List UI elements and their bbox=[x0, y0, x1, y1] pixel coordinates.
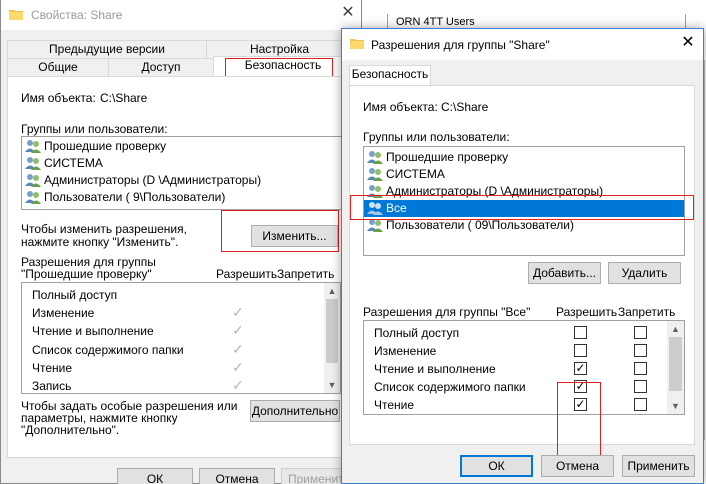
permission-row: Список содержимого папки bbox=[32, 343, 184, 357]
tab-general[interactable]: Общие bbox=[7, 58, 109, 77]
deny-checkbox[interactable] bbox=[634, 380, 647, 393]
permission-row: Чтение и выполнение bbox=[32, 324, 154, 338]
remove-button[interactable]: Удалить bbox=[608, 262, 681, 284]
allow-check: ✓ bbox=[232, 377, 244, 393]
permission-row: Изменение bbox=[32, 306, 95, 320]
properties-titlebar: Свойства: Share ✕ bbox=[1, 0, 361, 30]
tab-sharing[interactable]: Доступ bbox=[108, 58, 214, 77]
folder-icon bbox=[9, 8, 23, 23]
permission-row: Полный доступ bbox=[374, 326, 460, 340]
list-item[interactable]: Прошедшие проверку bbox=[364, 149, 684, 166]
list-item[interactable]: СИСТЕМА bbox=[22, 155, 342, 172]
allow-header: Разрешить bbox=[556, 305, 618, 319]
permissions-dialog: Разрешения для группы "Share" ✕ Безопасн… bbox=[341, 28, 704, 484]
permission-row: Чтение и выполнение bbox=[374, 362, 496, 376]
permissions-label: Разрешения для группы "Все" bbox=[363, 305, 531, 319]
deny-checkbox[interactable] bbox=[634, 344, 647, 357]
allow-check: ✓ bbox=[232, 322, 244, 338]
scroll-down-icon[interactable]: ▼ bbox=[324, 378, 340, 392]
deny-checkbox[interactable] bbox=[634, 326, 647, 339]
users-list[interactable]: Прошедшие проверку СИСТЕМА Администратор… bbox=[21, 136, 343, 210]
groups-label: Группы или пользователи: bbox=[21, 122, 168, 136]
change-hint-line1: Чтобы изменить разрешения, bbox=[21, 222, 187, 236]
object-name-label: Имя объекта: bbox=[21, 91, 96, 105]
allow-checkbox[interactable] bbox=[574, 344, 587, 357]
list-item[interactable]: Пользователи ( 9\Пользователи) bbox=[22, 189, 342, 206]
allow-check: ✓ bbox=[232, 359, 244, 375]
ok-button[interactable]: ОК bbox=[117, 468, 193, 484]
change-button-highlight bbox=[221, 210, 339, 252]
close-icon[interactable]: ✕ bbox=[339, 4, 357, 22]
security-panel: Имя объекта: C:\Share Группы или пользов… bbox=[7, 76, 353, 458]
allow-check: ✓ bbox=[232, 304, 244, 320]
allow-check: ✓ bbox=[232, 341, 244, 357]
permissions-titlebar: Разрешения для группы "Share" ✕ bbox=[342, 29, 703, 60]
allow-header: Разрешить bbox=[216, 267, 278, 281]
right-window-text: ORN 4TT Users bbox=[396, 16, 475, 28]
object-name-label: Имя объекта: bbox=[363, 100, 438, 114]
object-name-value: C:\Share bbox=[441, 100, 489, 114]
apply-button[interactable]: Применить bbox=[622, 455, 695, 477]
advanced-button[interactable]: Дополнительно bbox=[250, 400, 340, 422]
permissions-title: Разрешения для группы "Share" bbox=[371, 38, 550, 52]
deny-header: Запретить bbox=[277, 267, 335, 281]
permission-row: Запись bbox=[32, 379, 72, 393]
users-icon bbox=[24, 190, 42, 209]
change-hint-line2: нажмите кнопку "Изменить". bbox=[21, 235, 179, 249]
folder-icon bbox=[350, 37, 364, 52]
list-item[interactable]: Прошедшие проверку bbox=[22, 138, 342, 155]
permissions-panel: Имя объекта: C:\Share Группы или пользов… bbox=[349, 85, 695, 459]
permission-row: Список содержимого папки bbox=[374, 380, 526, 394]
scroll-up-icon[interactable]: ▲ bbox=[667, 322, 684, 336]
scroll-down-icon[interactable]: ▼ bbox=[667, 399, 684, 413]
users-icon bbox=[366, 218, 384, 237]
permissions-scrollbar[interactable]: ▲ ▼ bbox=[667, 321, 684, 414]
deny-checkbox[interactable] bbox=[634, 362, 647, 375]
permissions-scrollbar[interactable]: ▲ ▼ bbox=[324, 283, 340, 393]
object-name-value: C:\Share bbox=[100, 91, 148, 105]
scroll-thumb[interactable] bbox=[326, 299, 338, 363]
add-button[interactable]: Добавить... bbox=[528, 262, 601, 284]
deny-header: Запретить bbox=[618, 305, 676, 319]
groups-label: Группы или пользователи: bbox=[363, 130, 510, 144]
permissions-list[interactable]: Полный доступ Изменение ✓ Чтение и выпол… bbox=[21, 282, 341, 394]
selected-user-highlight bbox=[350, 195, 694, 220]
allow-column-highlight bbox=[557, 382, 601, 459]
advanced-hint-line3: "Дополнительно". bbox=[21, 423, 120, 437]
tab-previous-versions[interactable]: Предыдущие версии bbox=[7, 40, 207, 59]
scroll-up-icon[interactable]: ▲ bbox=[324, 284, 340, 298]
properties-window: Свойства: Share ✕ Предыдущие версии Наст… bbox=[0, 0, 362, 484]
tab-security[interactable]: Безопасность bbox=[349, 65, 431, 86]
deny-checkbox[interactable] bbox=[634, 398, 647, 411]
permissions-label-line2: "Прошедшие проверку" bbox=[21, 267, 152, 281]
permission-row: Изменение bbox=[374, 344, 437, 358]
properties-title: Свойства: Share bbox=[31, 8, 123, 22]
allow-checkbox[interactable] bbox=[574, 326, 587, 339]
close-icon[interactable]: ✕ bbox=[679, 34, 697, 52]
scroll-thumb[interactable] bbox=[669, 337, 682, 391]
permissions-list[interactable]: Полный доступ Изменение Чтение и выполне… bbox=[363, 320, 685, 415]
allow-checkbox[interactable]: ✓ bbox=[574, 362, 587, 375]
cancel-button[interactable]: Отмена bbox=[541, 455, 614, 477]
list-item[interactable]: СИСТЕМА bbox=[364, 166, 684, 183]
ok-button[interactable]: ОК bbox=[460, 455, 533, 477]
permission-row: Чтение bbox=[32, 361, 73, 375]
cancel-button[interactable]: Отмена bbox=[199, 468, 275, 484]
permission-row: Полный доступ bbox=[32, 288, 118, 302]
list-item[interactable]: Администраторы (D \Администраторы) bbox=[22, 172, 342, 189]
permission-row: Чтение bbox=[374, 398, 415, 412]
